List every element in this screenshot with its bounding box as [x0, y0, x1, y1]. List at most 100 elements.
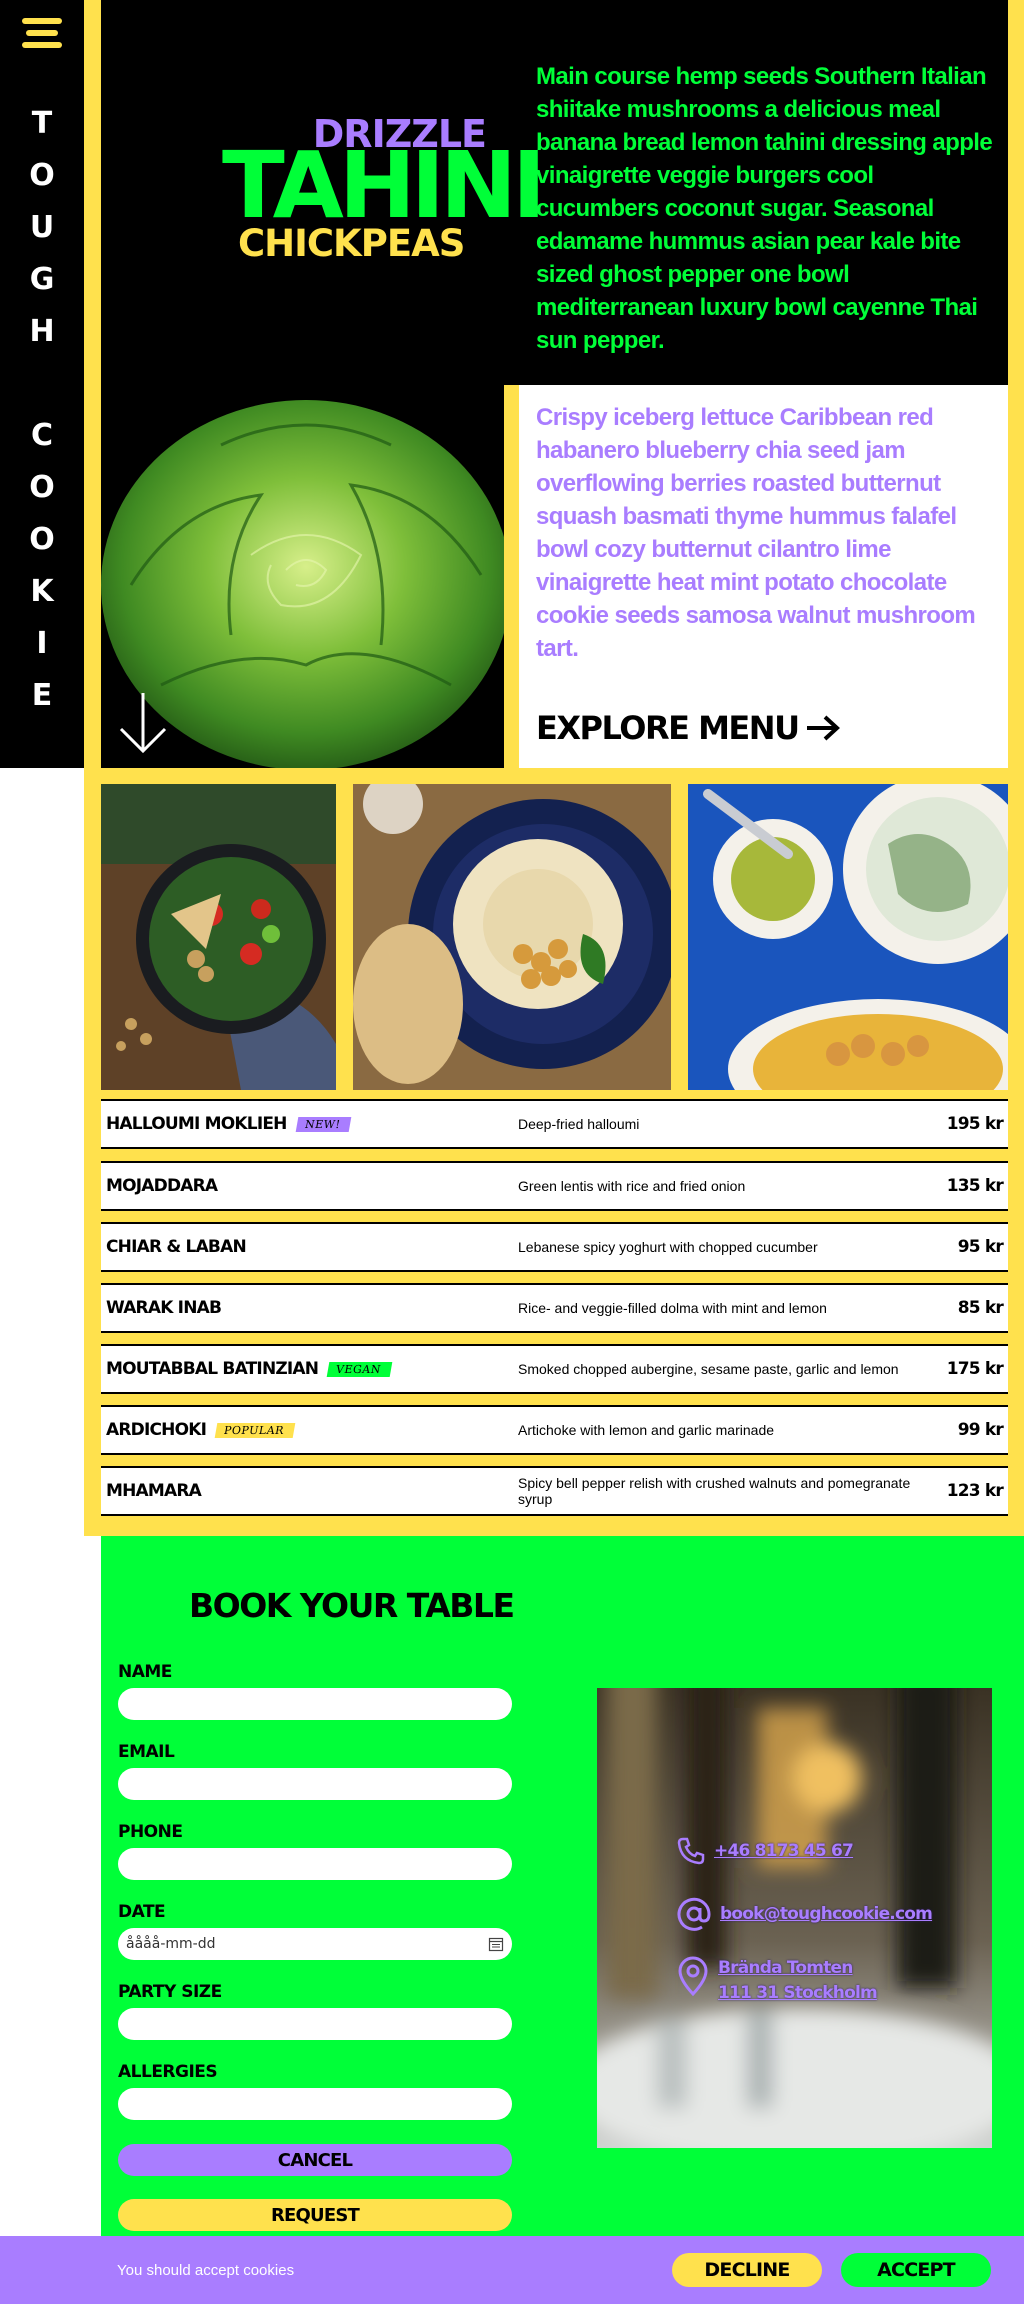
menu-item-description: Artichoke with lemon and garlic marinade	[518, 1422, 775, 1438]
decline-cookies-button[interactable]: DECLINE	[672, 2253, 822, 2287]
menu-item[interactable]: MOJADDARA Green lentis with rice and fri…	[101, 1161, 1008, 1211]
menu-item-description: Rice- and veggie-filled dolma with mint …	[518, 1300, 827, 1316]
calendar-icon[interactable]	[488, 1936, 504, 1952]
at-sign-icon	[677, 1897, 711, 1931]
menu-item[interactable]: WARAK INAB Rice- and veggie-filled dolma…	[101, 1283, 1008, 1333]
contact-phone-text: +46 8173 45 67	[714, 1841, 854, 1861]
hamburger-icon-line	[22, 18, 62, 24]
menu-item[interactable]: ARDICHOKI POPULAR Artichoke with lemon a…	[101, 1405, 1008, 1455]
phone-icon	[677, 1837, 705, 1865]
hummus-plate-image	[353, 784, 671, 1090]
menu-item[interactable]: CHIAR & LABAN Lebanese spicy yoghurt wit…	[101, 1222, 1008, 1272]
dips-image	[688, 784, 1008, 1090]
brand-letter: C	[30, 418, 54, 453]
request-button[interactable]: REQUEST	[118, 2199, 512, 2231]
booking-section: BOOK YOUR TABLE NAME EMAIL PHONE DATE åå…	[101, 1536, 1024, 2236]
brand-letter: E	[31, 678, 53, 713]
hummus-plate-photo	[353, 784, 671, 1090]
menu-item-price: 175 kr	[946, 1359, 1004, 1379]
cookie-message: You should accept cookies	[117, 2261, 295, 2279]
menu-item-price: 85 kr	[957, 1298, 1004, 1318]
menu-item-description: Deep-fried halloumi	[518, 1116, 640, 1132]
party-size-input[interactable]	[118, 2008, 512, 2040]
email-input[interactable]	[118, 1768, 512, 1800]
hero-section: DRIZZLE TAHINI CHICKPEAS Main course hem…	[101, 0, 1008, 385]
arrow-right-icon	[806, 715, 840, 741]
menu-item-description: Green lentis with rice and fried onion	[518, 1178, 746, 1194]
booking-title: BOOK YOUR TABLE	[189, 1586, 515, 1625]
contact-address-line2: 111 31 Stockholm	[718, 1983, 878, 2003]
badge-popular: POPULAR	[214, 1422, 296, 1438]
menu-item[interactable]: MOUTABBAL BATINZIAN VEGAN Smoked chopped…	[101, 1344, 1008, 1394]
dips-photo	[688, 784, 1008, 1090]
hero-title: DRIZZLE TAHINI CHICKPEAS	[222, 104, 546, 265]
brand-letter: K	[30, 574, 54, 609]
date-input-value: åååå-mm-dd	[126, 1936, 216, 1952]
brand-letter: O	[29, 158, 55, 193]
hero-title-chickpeas: CHICKPEAS	[238, 222, 465, 265]
hero-intro-text: Main course hemp seeds Southern Italian …	[536, 63, 993, 354]
feature-text: Crispy iceberg lettuce Caribbean red hab…	[536, 404, 976, 662]
accept-cookies-button[interactable]: ACCEPT	[841, 2253, 991, 2287]
menu-item-name: CHIAR & LABAN	[106, 1237, 247, 1257]
email-label: EMAIL	[118, 1742, 175, 1762]
brand-letter: U	[29, 210, 55, 245]
brand-letter: I	[36, 626, 48, 661]
phone-input[interactable]	[118, 1848, 512, 1880]
brand-letter: T	[31, 106, 53, 141]
menu-item-price: 95 kr	[957, 1237, 1004, 1257]
date-input[interactable]: åååå-mm-dd	[118, 1928, 512, 1960]
salad-bowl-photo	[101, 784, 336, 1090]
badge-new: NEW!	[295, 1116, 352, 1132]
hamburger-icon-line	[26, 30, 58, 36]
salad-bowl-image	[101, 784, 336, 1090]
allergies-label: ALLERGIES	[118, 2062, 218, 2082]
contact-phone[interactable]: +46 8173 45 67	[676, 1836, 854, 1866]
menu-item-price: 99 kr	[957, 1420, 1004, 1440]
contact-email[interactable]: book@toughcookie.com	[676, 1896, 933, 1932]
contact-email-text: book@toughcookie.com	[720, 1904, 933, 1924]
explore-menu-label: EXPLORE MENU	[536, 709, 800, 747]
brand-logo[interactable]: T O U G H C O O K I E	[0, 98, 84, 722]
menu-item-name: MHAMARA	[106, 1481, 202, 1501]
hamburger-icon-line	[22, 42, 62, 48]
lettuce-image	[101, 385, 504, 768]
name-label: NAME	[118, 1662, 172, 1682]
phone-label: PHONE	[118, 1822, 183, 1842]
location-pin-icon	[678, 1956, 708, 1996]
menu-item-price: 123 kr	[946, 1481, 1004, 1501]
feature-card: Crispy iceberg lettuce Caribbean red hab…	[519, 385, 1008, 768]
brand-letter: O	[29, 522, 55, 557]
menu-item[interactable]: MHAMARA Spicy bell pepper relish with cr…	[101, 1466, 1008, 1516]
menu-item-name: ARDICHOKI	[106, 1420, 207, 1440]
contact-address-line1: Brända Tomten	[718, 1958, 853, 1978]
brand-letter: H	[29, 314, 55, 349]
menu-item-description: Lebanese spicy yoghurt with chopped cucu…	[518, 1239, 818, 1255]
restaurant-interior-photo: +46 8173 45 67 book@toughcookie.com Brän…	[597, 1688, 992, 2148]
menu-item-price: 195 kr	[946, 1114, 1004, 1134]
explore-menu-button[interactable]: EXPLORE MENU	[536, 707, 841, 749]
menu-item-name: MOJADDARA	[106, 1176, 218, 1196]
party-size-label: PARTY SIZE	[118, 1982, 222, 2002]
arrow-down-icon[interactable]	[117, 691, 169, 755]
contact-address[interactable]: Brända Tomten 111 31 Stockholm	[676, 1956, 878, 2006]
menu-item-description: Spicy bell pepper relish with crushed wa…	[518, 1475, 911, 1507]
hamburger-menu-button[interactable]	[22, 18, 62, 52]
hero-title-tahini: TAHINI	[222, 132, 546, 239]
cancel-button[interactable]: CANCEL	[118, 2144, 512, 2176]
brand-letter: O	[29, 470, 55, 505]
badge-vegan: VEGAN	[326, 1361, 393, 1377]
menu-item-name: MOUTABBAL BATINZIAN	[106, 1359, 319, 1379]
brand-letter	[0, 358, 84, 410]
menu-item-name: HALLOUMI MOKLIEH	[106, 1114, 287, 1134]
brand-letter: G	[29, 262, 55, 297]
name-input[interactable]	[118, 1688, 512, 1720]
allergies-input[interactable]	[118, 2088, 512, 2120]
cookie-banner: You should accept cookies DECLINE ACCEPT	[0, 2236, 1024, 2304]
menu-item-name: WARAK INAB	[106, 1298, 222, 1318]
menu-item-price: 135 kr	[946, 1176, 1004, 1196]
date-label: DATE	[118, 1902, 166, 1922]
sidebar: T O U G H C O O K I E	[0, 0, 84, 768]
menu-item-description: Smoked chopped aubergine, sesame paste, …	[518, 1361, 899, 1377]
menu-item[interactable]: HALLOUMI MOKLIEH NEW! Deep-fried halloum…	[101, 1099, 1008, 1149]
